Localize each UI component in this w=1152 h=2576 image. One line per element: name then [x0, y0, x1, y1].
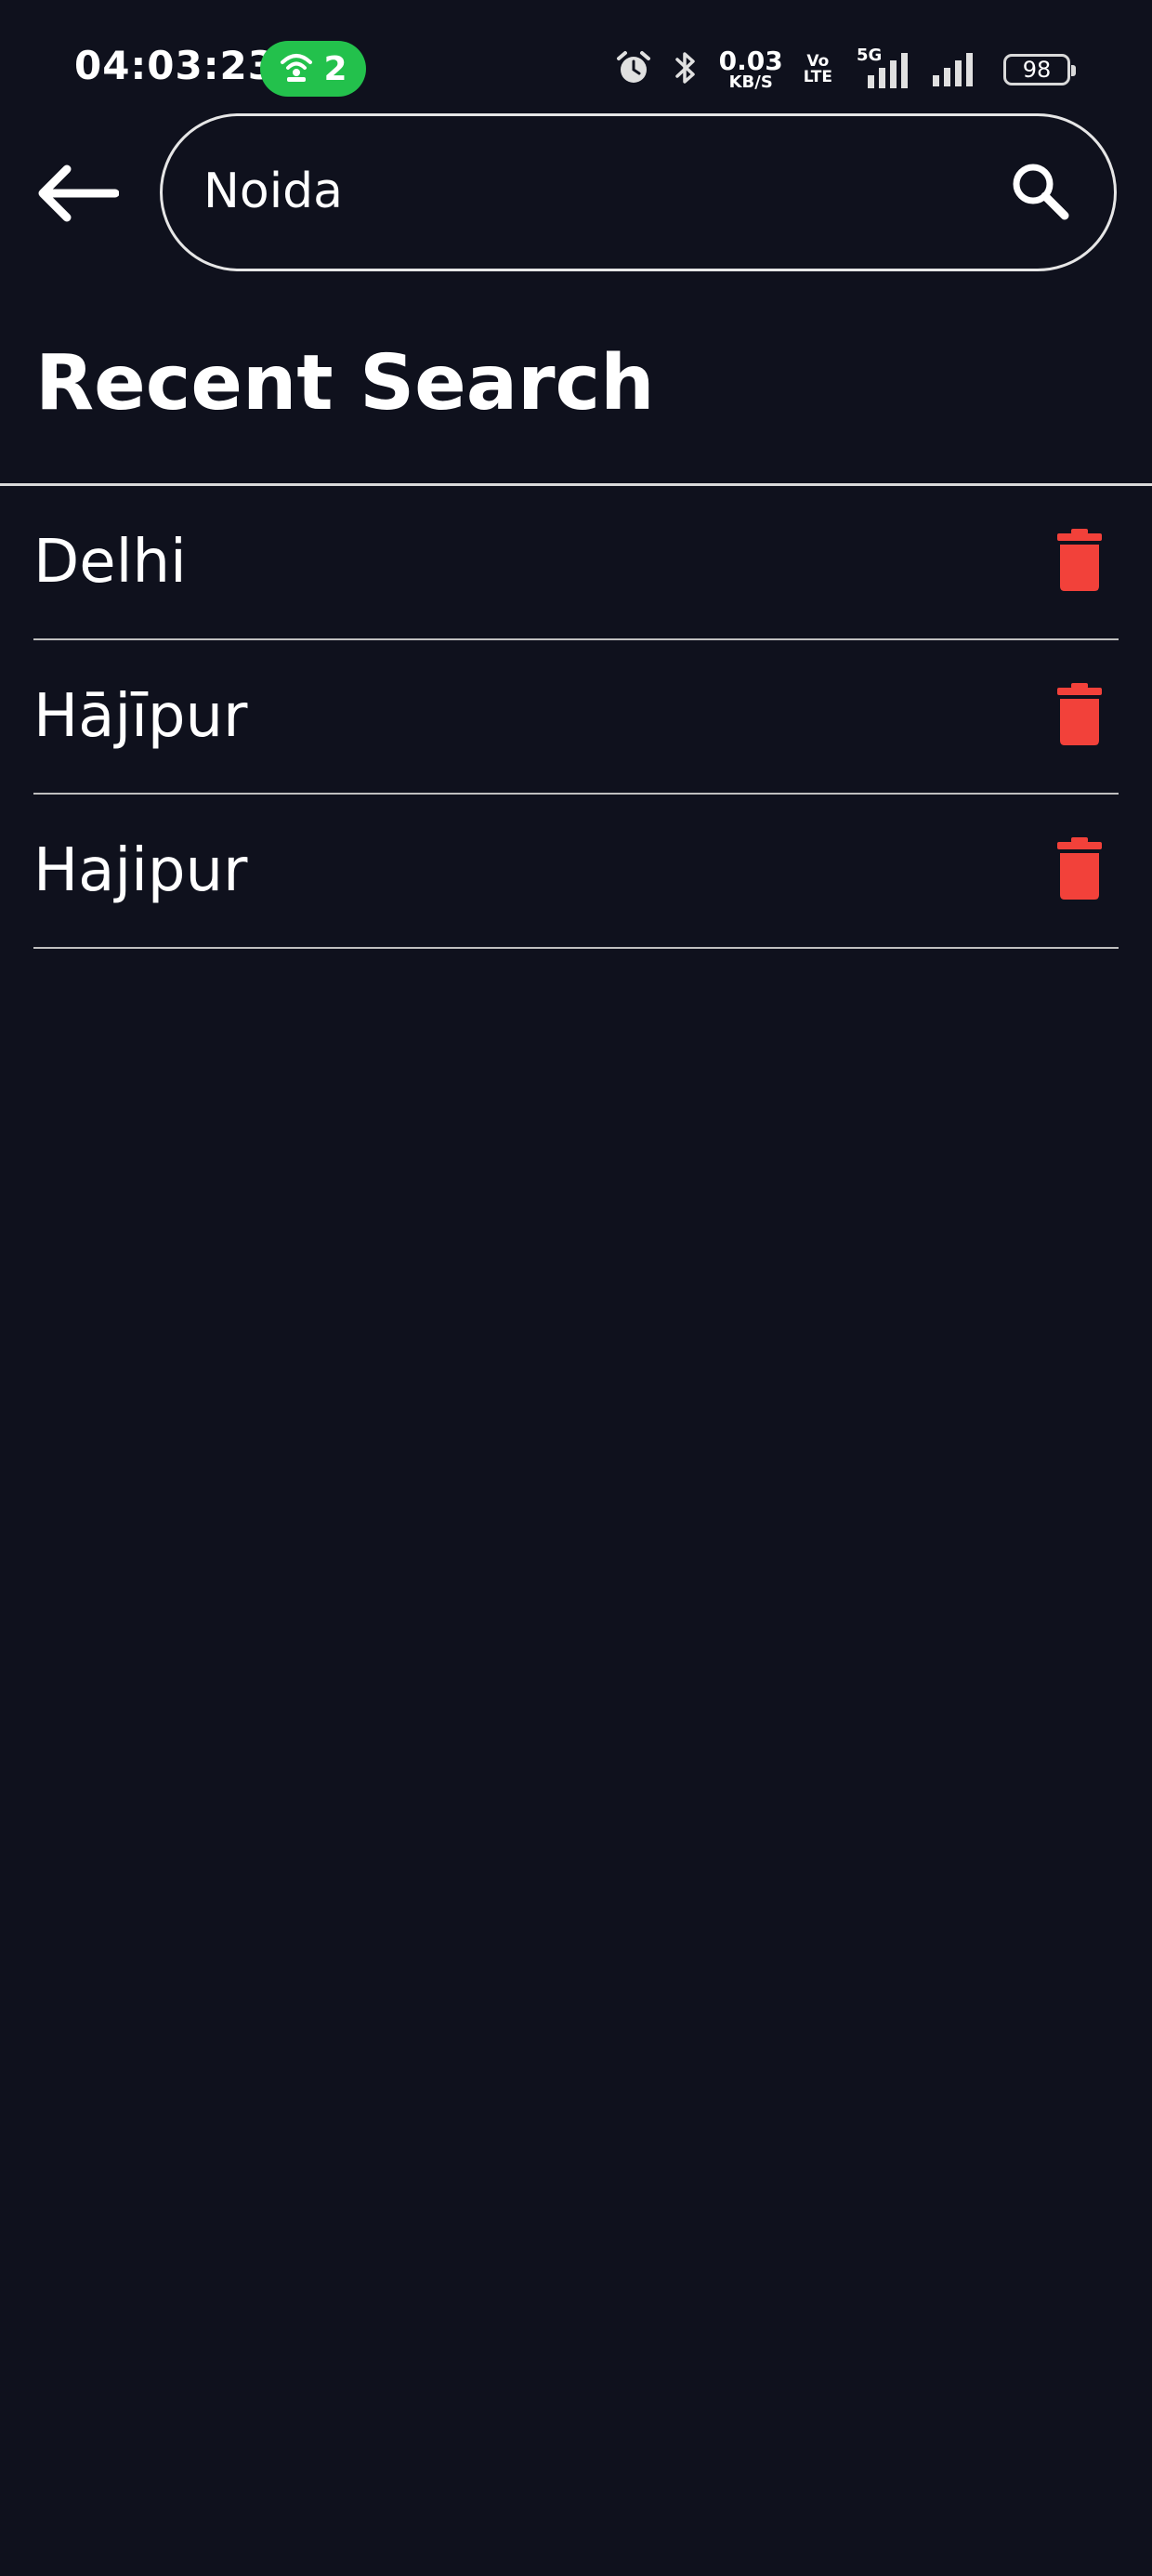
- recent-search-title: Recent Search: [35, 339, 655, 427]
- status-time: 04:03:23: [74, 43, 276, 88]
- network-type-label: 5G: [857, 46, 883, 65]
- recent-search-item-label: Delhi: [33, 528, 187, 597]
- delete-button[interactable]: [1052, 835, 1107, 906]
- trash-icon: [1055, 529, 1104, 596]
- back-button[interactable]: [32, 158, 124, 232]
- recent-search-item-label: Hājīpur: [33, 682, 248, 751]
- search-button[interactable]: [1006, 159, 1073, 226]
- battery-level: 98: [1022, 57, 1052, 83]
- delete-button[interactable]: [1052, 681, 1107, 752]
- network-speed-unit: KB/S: [728, 72, 773, 92]
- recent-search-item-label: Hajipur: [33, 836, 248, 905]
- volte-indicator: Vo LTE: [804, 54, 832, 85]
- signal-5g-icon: 5G: [853, 46, 910, 90]
- recent-search-item[interactable]: Hajipur: [33, 795, 1119, 949]
- recent-search-list: Delhi Hājīpur Hajipur: [33, 486, 1119, 949]
- recent-search-item[interactable]: Hājīpur: [33, 640, 1119, 795]
- volte-bottom-label: LTE: [803, 68, 832, 86]
- hotspot-indicator[interactable]: 2: [260, 41, 366, 97]
- status-icons: 0.03 KB/S Vo LTE 5G 98: [615, 46, 1076, 93]
- bluetooth-icon: [673, 48, 699, 91]
- arrow-left-icon: [37, 164, 120, 227]
- network-speed: 0.03 KB/S: [719, 48, 783, 91]
- recent-search-item[interactable]: Delhi: [33, 486, 1119, 640]
- trash-icon: [1055, 837, 1104, 904]
- search-icon: [1009, 160, 1070, 225]
- hotspot-count: 2: [323, 49, 347, 88]
- battery-icon: 98: [1003, 54, 1076, 85]
- search-input[interactable]: [202, 153, 930, 230]
- delete-button[interactable]: [1052, 527, 1107, 598]
- hotspot-icon: [279, 51, 314, 86]
- trash-icon: [1055, 683, 1104, 750]
- alarm-icon: [615, 49, 652, 90]
- search-box[interactable]: [160, 113, 1117, 271]
- signal-bars-icon: [931, 47, 983, 92]
- network-speed-value: 0.03: [718, 46, 783, 76]
